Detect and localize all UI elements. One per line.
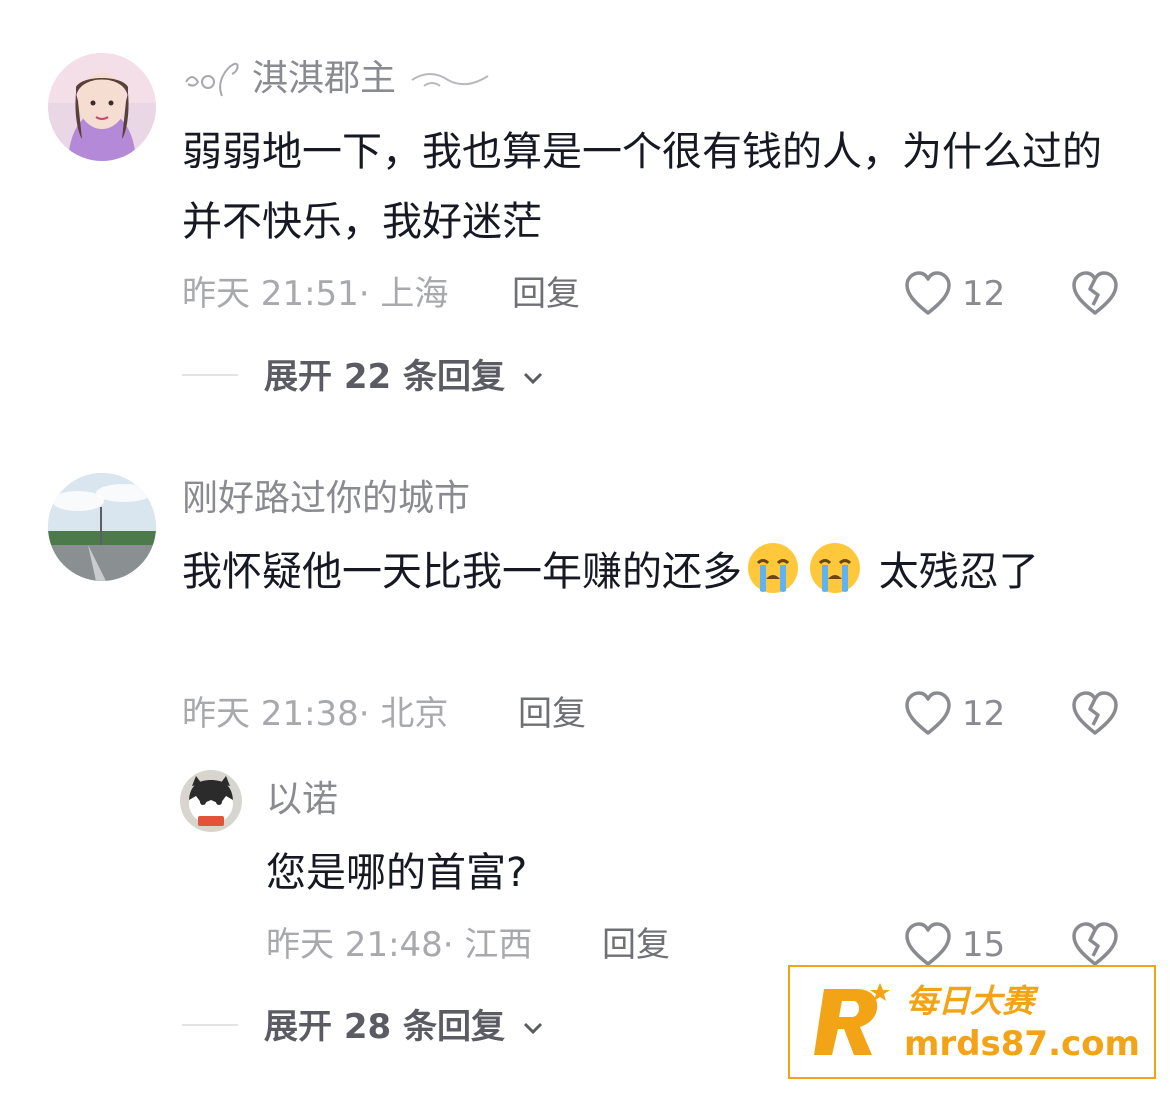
- avatar-user-2[interactable]: [48, 473, 156, 581]
- watermark-brand: 每日大赛: [906, 982, 1035, 1020]
- expand-label: 展开 28 条回复: [264, 1007, 505, 1047]
- expand-label: 展开 22 条回复: [264, 357, 505, 397]
- watermark-logo-icon: [810, 979, 894, 1063]
- username-tail-decoration: [410, 66, 490, 96]
- comment-2-like-count: 12: [962, 694, 1006, 734]
- crying-face-icon: [808, 541, 862, 595]
- reply-username[interactable]: 以诺: [266, 782, 338, 818]
- comment-2-expand-replies[interactable]: 展开 28 条回复: [264, 1008, 545, 1044]
- dislike-icon[interactable]: [1071, 922, 1119, 968]
- comment-1-time-location: 昨天 21:51· 上海: [182, 274, 449, 314]
- avatar-reply-user[interactable]: [180, 770, 242, 832]
- watermark-site: mrds87.com: [904, 1024, 1140, 1064]
- comment-1-username[interactable]: 淇淇郡主: [252, 61, 396, 97]
- crying-face-icon: [746, 541, 800, 595]
- reply-reply-button[interactable]: 回复: [602, 928, 670, 962]
- comment-1-like-count: 12: [962, 274, 1006, 314]
- reply-text: 您是哪的首富?: [266, 850, 528, 896]
- comment-2-reply-button[interactable]: 回复: [518, 697, 586, 731]
- dislike-icon[interactable]: [1071, 271, 1119, 317]
- comment-1-reply-button[interactable]: 回复: [512, 277, 580, 311]
- comment-2-text-main: 我怀疑他一天比我一年赚的还多: [182, 549, 742, 595]
- like-icon[interactable]: [904, 922, 952, 968]
- comment-2-username[interactable]: 刚好路过你的城市: [182, 481, 470, 517]
- comment-2-text: 我怀疑他一天比我一年赚的还多 太残忍了: [182, 537, 1122, 607]
- avatar-user-1[interactable]: [48, 53, 156, 161]
- comment-1-expand-replies[interactable]: 展开 22 条回复: [264, 358, 545, 394]
- comment-2-text-tail: 太残忍了: [866, 549, 1039, 595]
- watermark: 每日大赛 mrds87.com: [788, 965, 1156, 1079]
- reply-like-count: 15: [962, 925, 1006, 965]
- chevron-down-icon: [521, 1008, 545, 1042]
- reply-time-location: 昨天 21:48· 江西: [266, 925, 533, 965]
- comment-2-time-location: 昨天 21:38· 北京: [182, 694, 449, 734]
- like-icon[interactable]: [904, 271, 952, 317]
- comment-1-text: 弱弱地一下，我也算是一个很有钱的人，为什么过的并不快乐，我好迷茫: [182, 129, 1102, 245]
- username-decoration: [182, 60, 250, 100]
- expand-divider: [182, 374, 238, 376]
- expand-divider: [182, 1024, 238, 1026]
- like-icon[interactable]: [904, 691, 952, 737]
- chevron-down-icon: [521, 358, 545, 392]
- dislike-icon[interactable]: [1071, 691, 1119, 737]
